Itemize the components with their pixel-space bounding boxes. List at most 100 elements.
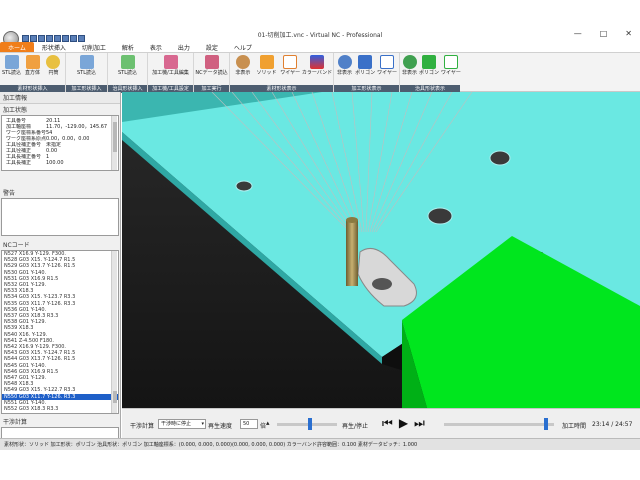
info-row: 工具長補正 100.00: [6, 160, 64, 166]
machining-info-box: 工具番号 20.11 加工軸座標 11.70，-129.00，145.67 ワーク座…: [1, 115, 119, 171]
group-part-display: 非表示 ポリゴン ワイヤー 加工形状表示: [334, 53, 400, 93]
bottom-area: [0, 450, 640, 480]
machine-tool-edit-button[interactable]: 加工機/工具編集: [151, 55, 191, 76]
stock-stl-load-button[interactable]: STL読込: [2, 55, 21, 76]
transport-buttons: ⏮ ▶ ⏭: [382, 416, 425, 431]
slot-hole: [372, 278, 392, 290]
stock-solid-button[interactable]: ソリッド: [256, 55, 278, 76]
info-scrollbar[interactable]: [111, 116, 117, 170]
tab-help[interactable]: ヘルプ: [226, 42, 260, 52]
fixture-hide-button[interactable]: 非表示: [402, 55, 417, 76]
tab-analysis[interactable]: 解析: [114, 42, 142, 52]
speed-label: 再生速度: [208, 423, 233, 430]
hole: [427, 207, 453, 225]
timeline-thumb[interactable]: [544, 418, 549, 430]
window-controls: — □ ✕: [574, 29, 632, 38]
part-polygon-button[interactable]: ポリゴン: [355, 55, 375, 76]
play-stop-label: 再生/停止: [342, 423, 369, 430]
left-panel: 加工情報 加工状態 工具番号 20.11 加工軸座標 11.70，-129.00，1…: [0, 92, 121, 467]
chevron-down-icon: ▾: [201, 421, 204, 427]
eye-icon: [337, 55, 352, 69]
scene-svg: [122, 92, 640, 408]
group-part-insert: STL読込 加工形状挿入: [66, 53, 108, 93]
window-title: 01-切削加工.vnc - Virtual NC - Professional: [257, 32, 383, 39]
eye-icon: [402, 55, 417, 69]
group-run: NCデータ読込 加工実行: [194, 53, 230, 93]
nc-scrollbar[interactable]: [111, 251, 117, 413]
info-title: 加工状態: [0, 104, 120, 115]
machining-time-value: 23:14 / 24:57: [592, 421, 633, 428]
solid-icon: [259, 55, 274, 69]
alarm-title: 警告: [0, 187, 120, 198]
ribbon-tabs: ホーム 形状挿入 切削加工 解析 表示 出力 設定 ヘルプ: [0, 42, 640, 52]
tab-view[interactable]: 表示: [142, 42, 170, 52]
maximize-button[interactable]: □: [600, 29, 608, 38]
wire-icon: [380, 55, 395, 69]
speed-slider-track[interactable]: [277, 423, 337, 426]
cylinder-icon: [46, 55, 61, 69]
fixture-stl-load-button[interactable]: STL読込: [117, 55, 139, 76]
tab-cutting[interactable]: 切削加工: [74, 42, 114, 52]
wire-icon: [443, 55, 458, 69]
close-button[interactable]: ✕: [625, 29, 632, 38]
skip-forward-icon[interactable]: ⏭: [414, 416, 425, 431]
nc-code-title: NCコード: [0, 239, 120, 250]
machining-time-label: 加工時間: [562, 423, 587, 430]
alarm-box: [1, 198, 119, 236]
tab-settings[interactable]: 設定: [198, 42, 226, 52]
tool-top: [346, 217, 358, 223]
part-stl-load-button[interactable]: STL読込: [76, 55, 98, 76]
tab-output[interactable]: 出力: [170, 42, 198, 52]
fixture-wire-button[interactable]: ワイヤー: [441, 55, 461, 76]
interference-calc-title: 干渉計算: [0, 416, 120, 427]
colorband-icon: [310, 55, 325, 69]
play-icon[interactable]: ▶: [399, 416, 408, 431]
group-stock-insert: STL読込 直方体 円筒 素材形状挿入: [0, 53, 66, 93]
interference-label: 干渉計算: [130, 423, 155, 430]
tool-edit-icon: [163, 55, 178, 69]
stepper-icon[interactable]: ▴: [266, 419, 270, 427]
nc-code-line[interactable]: N552 G03 X18.3 R3.3: [2, 406, 118, 412]
part-wire-button[interactable]: ワイヤー: [377, 55, 397, 76]
part-hide-button[interactable]: 非表示: [336, 55, 353, 76]
title-bar: 01-切削加工.vnc - Virtual NC - Professional …: [0, 0, 640, 47]
wire-icon: [283, 55, 298, 69]
nc-file-icon: [204, 55, 219, 69]
minimize-button[interactable]: —: [574, 29, 582, 38]
hole: [235, 180, 253, 192]
group-fixture-display: 非表示 ポリゴン ワイヤー 治具形状表示: [400, 53, 461, 93]
tab-shape-insert[interactable]: 形状挿入: [34, 42, 74, 52]
hole: [489, 150, 511, 166]
stock-colorband-button[interactable]: カラーバンド: [302, 55, 332, 76]
cutting-tool: [346, 220, 358, 286]
fixture-polygon-button[interactable]: ポリゴン: [419, 55, 439, 76]
tab-home[interactable]: ホーム: [0, 42, 34, 52]
interference-select[interactable]: 干渉時に停止 ▾: [158, 419, 206, 429]
stock-wire-button[interactable]: ワイヤー: [279, 55, 301, 76]
3d-viewport[interactable]: [122, 92, 640, 408]
timeline-track[interactable]: [444, 423, 554, 426]
nc-data-load-button[interactable]: NCデータ読込: [195, 55, 228, 76]
viewer-title: 加工情報: [0, 92, 120, 104]
nc-code-list[interactable]: N527 X16.9 Y-129. F300. N528 G03 X15. Y-1…: [1, 250, 119, 414]
playback-controls: 干渉計算 干渉時に停止 ▾ 再生速度 50 倍 ▴ 再生/停止 ⏮ ▶ ⏭ 加工時…: [122, 408, 640, 438]
group-machine-tool: 加工機/工具編集 加工機/工具設定: [148, 53, 194, 93]
polygon-icon: [422, 55, 437, 69]
stock-cylinder-button[interactable]: 円筒: [44, 55, 63, 76]
stl-icon: [120, 55, 135, 69]
ribbon: STL読込 直方体 円筒 素材形状挿入 STL読込 加工形状挿入 STL読込 治…: [0, 52, 640, 93]
group-stock-display: 非表示 ソリッド ワイヤー カラーバンド 素材形状表示: [230, 53, 334, 93]
stock-box-button[interactable]: 直方体: [23, 55, 42, 76]
skip-back-icon[interactable]: ⏮: [382, 416, 393, 431]
status-bar: 素材形状：ソリッド 加工形状：ポリゴン 治具形状：ポリゴン 加工軸座標系：(0.…: [0, 438, 640, 450]
scrollbar-thumb[interactable]: [113, 391, 117, 403]
stl-icon: [79, 55, 94, 69]
speed-input[interactable]: 50: [240, 419, 258, 429]
polygon-icon: [358, 55, 373, 69]
scrollbar-thumb[interactable]: [113, 122, 117, 152]
speed-slider-thumb[interactable]: [308, 418, 312, 430]
group-fixture-insert: STL読込 治具形状挿入: [108, 53, 148, 93]
box-icon: [25, 55, 40, 69]
stock-hide-button[interactable]: 非表示: [232, 55, 254, 76]
stl-icon: [4, 55, 19, 69]
